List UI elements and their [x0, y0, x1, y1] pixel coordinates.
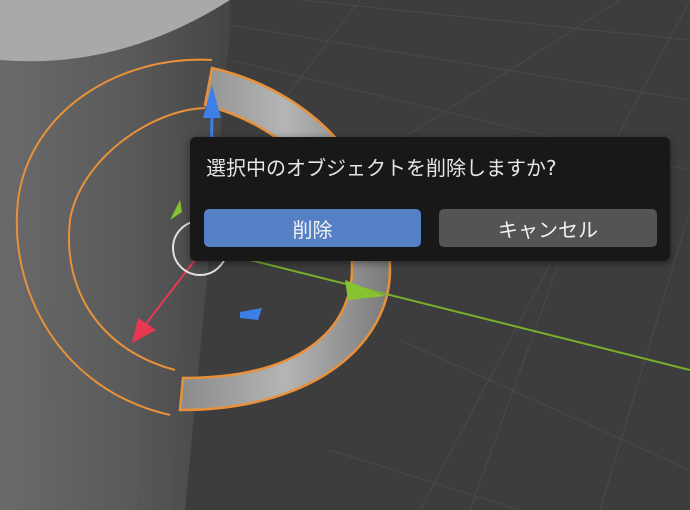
delete-button[interactable]: 削除 — [204, 209, 421, 247]
cancel-button[interactable]: キャンセル — [439, 209, 657, 247]
xy-plane-handle — [240, 308, 262, 320]
delete-confirmation-dialog: 選択中のオブジェクトを削除しますか? 削除 キャンセル — [190, 137, 670, 261]
dialog-message: 選択中のオブジェクトを削除しますか? — [206, 156, 557, 180]
